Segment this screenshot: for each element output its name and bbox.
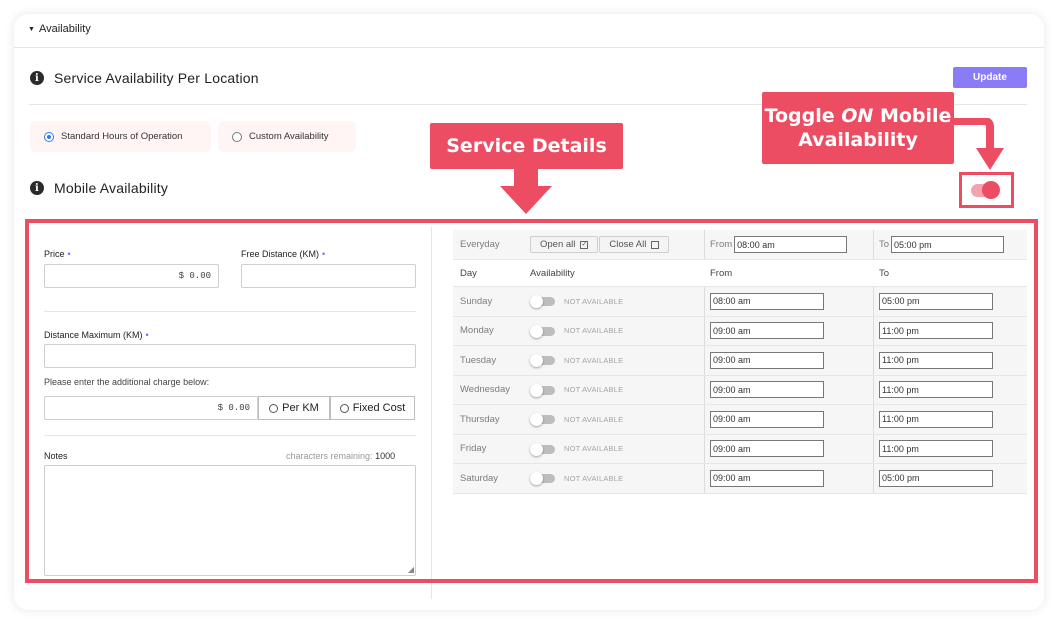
info-icon: i <box>30 181 44 195</box>
standard-hours-option[interactable]: Standard Hours of Operation <box>30 121 211 152</box>
toggle-knob[interactable] <box>982 181 1000 199</box>
availability-accordion-header[interactable]: ▼ Availability <box>28 23 91 35</box>
service-availability-heading: i Service Availability Per Location <box>30 70 259 86</box>
service-details-callout-text: Service Details <box>446 135 607 157</box>
custom-availability-label: Custom Availability <box>249 131 329 142</box>
caret-down-icon: ▼ <box>28 25 35 33</box>
info-icon: i <box>30 71 44 85</box>
standard-hours-label: Standard Hours of Operation <box>61 131 183 142</box>
divider <box>14 47 1044 48</box>
toggle-callout-line1: Toggle ON Mobile <box>764 105 952 127</box>
radio-selected-icon[interactable] <box>44 131 54 142</box>
bent-arrow-icon <box>950 118 1004 170</box>
down-arrow-icon <box>500 168 552 214</box>
toggle-mobile-callout: Toggle ON Mobile Availability <box>762 92 954 164</box>
radio-unselected-icon[interactable] <box>232 131 242 142</box>
mobile-availability-heading: i Mobile Availability <box>30 180 168 196</box>
accordion-title: Availability <box>38 23 91 35</box>
mobile-availability-title: Mobile Availability <box>54 180 169 196</box>
update-button[interactable]: Update <box>953 67 1027 88</box>
toggle-callout-line2: Availability <box>798 129 918 151</box>
service-details-callout: Service Details <box>430 123 623 169</box>
service-availability-title: Service Availability Per Location <box>54 70 259 86</box>
service-details-highlight-box <box>25 219 1038 583</box>
custom-availability-option[interactable]: Custom Availability <box>218 121 356 152</box>
